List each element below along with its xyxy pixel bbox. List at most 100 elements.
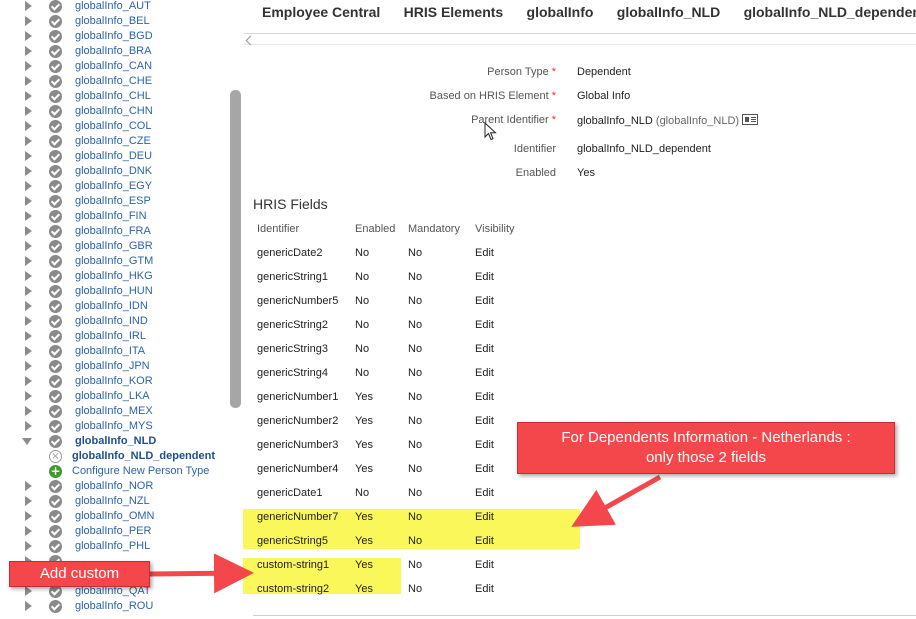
caret-right-icon[interactable]	[25, 346, 32, 356]
tree-item-label[interactable]: globalInfo_CZE	[75, 134, 151, 149]
tree-item-label[interactable]: globalInfo_BEL	[75, 14, 150, 29]
caret-right-icon[interactable]	[25, 106, 32, 116]
tree-item[interactable]: globalInfo_COL	[0, 119, 240, 134]
tree-item-label[interactable]: globalInfo_ESP	[75, 194, 151, 209]
caret-right-icon[interactable]	[25, 286, 32, 296]
caret-right-icon[interactable]	[25, 586, 32, 596]
tree-item-label[interactable]: globalInfo_NLD_dependent	[72, 449, 215, 464]
tree-item[interactable]: globalInfo_IDN	[0, 299, 240, 314]
caret-right-icon[interactable]	[25, 271, 32, 281]
tree-item-label[interactable]: globalInfo_FIN	[75, 209, 147, 224]
tree-item-label[interactable]: globalInfo_NLD	[75, 434, 156, 449]
tree-item-label[interactable]: Configure New Person Type	[72, 464, 209, 479]
tree-item-label[interactable]: globalInfo_ROU	[75, 599, 153, 614]
caret-right-icon[interactable]	[25, 16, 32, 26]
tree-item[interactable]: globalInfo_HKG	[0, 269, 240, 284]
tree-item[interactable]: globalInfo_BEL	[0, 14, 240, 29]
tree-item[interactable]: + Configure New Person Type	[0, 464, 240, 479]
caret-right-icon[interactable]	[25, 61, 32, 71]
tree-item[interactable]: globalInfo_JPN	[0, 359, 240, 374]
tree-item-label[interactable]: globalInfo_IRL	[75, 329, 146, 344]
caret-right-icon[interactable]	[25, 241, 32, 251]
tree-item[interactable]: globalInfo_HUN	[0, 284, 240, 299]
caret-right-icon[interactable]	[25, 301, 32, 311]
tree-item[interactable]: globalInfo_CZE	[0, 134, 240, 149]
caret-right-icon[interactable]	[25, 46, 32, 56]
tree-item[interactable]: globalInfo_ROU	[0, 599, 240, 614]
tree-item[interactable]: globalInfo_LKA	[0, 389, 240, 404]
tree-item[interactable]: globalInfo_DEU	[0, 149, 240, 164]
caret-right-icon[interactable]	[25, 76, 32, 86]
caret-right-icon[interactable]	[25, 91, 32, 101]
caret-right-icon[interactable]	[25, 211, 32, 221]
tree-item[interactable]: globalInfo_MEX	[0, 404, 240, 419]
tree-item[interactable]: globalInfo_CHL	[0, 89, 240, 104]
tree-item[interactable]: globalInfo_GTM	[0, 254, 240, 269]
tree-item[interactable]: globalInfo_ESP	[0, 194, 240, 209]
tree-item[interactable]: globalInfo_FIN	[0, 209, 240, 224]
tree-item[interactable]: globalInfo_MYS	[0, 419, 240, 434]
tree-item-label[interactable]: globalInfo_MEX	[75, 404, 153, 419]
tree-item-label[interactable]: globalInfo_DEU	[75, 149, 152, 164]
tree-item-label[interactable]: globalInfo_MYS	[75, 419, 153, 434]
tree-item[interactable]: globalInfo_CAN	[0, 59, 240, 74]
tree-item-label[interactable]: globalInfo_DNK	[75, 164, 152, 179]
caret-right-icon[interactable]	[25, 136, 32, 146]
tree-item[interactable]: globalInfo_GBR	[0, 239, 240, 254]
tree-item-label[interactable]: globalInfo_IND	[75, 314, 148, 329]
tree-item-label[interactable]: globalInfo_COL	[75, 119, 151, 134]
details-card-icon[interactable]	[742, 114, 759, 125]
tree-item[interactable]: globalInfo_ITA	[0, 344, 240, 359]
caret-right-icon[interactable]	[25, 361, 32, 371]
tree-item-label[interactable]: globalInfo_EGY	[75, 179, 152, 194]
tree-item-label[interactable]: globalInfo_PHL	[75, 539, 150, 554]
caret-right-icon[interactable]	[25, 421, 32, 431]
tree-item[interactable]: globalInfo_NLD	[0, 434, 240, 449]
tree-item-label[interactable]: globalInfo_HKG	[75, 269, 153, 284]
tree-item-label[interactable]: globalInfo_GTM	[75, 254, 153, 269]
caret-right-icon[interactable]	[25, 121, 32, 131]
tree-item-label[interactable]: globalInfo_HUN	[75, 284, 153, 299]
caret-right-icon[interactable]	[25, 331, 32, 341]
tree-item[interactable]: globalInfo_IRL	[0, 329, 240, 344]
tree-item[interactable]: × globalInfo_NLD_dependent	[0, 449, 240, 464]
tree-item-label[interactable]: globalInfo_NZL	[75, 494, 150, 509]
breadcrumb-employee-central[interactable]: Employee Central	[262, 4, 380, 20]
breadcrumb-hris-elements[interactable]: HRIS Elements	[404, 4, 504, 20]
tree-item-label[interactable]: globalInfo_OMN	[75, 509, 155, 524]
tree-item-label[interactable]: globalInfo_CHE	[75, 74, 152, 89]
tree-item-label[interactable]: globalInfo_FRA	[75, 224, 151, 239]
tree-item[interactable]: globalInfo_EGY	[0, 179, 240, 194]
tree-scrollbar[interactable]	[230, 90, 241, 408]
breadcrumb-globalinfo[interactable]: globalInfo	[527, 4, 594, 20]
tree-item[interactable]: globalInfo_IND	[0, 314, 240, 329]
tree-item-label[interactable]: globalInfo_PER	[75, 524, 151, 539]
tree-item-label[interactable]: globalInfo_CHN	[75, 104, 153, 119]
tree-item[interactable]: globalInfo_NOR	[0, 479, 240, 494]
tree-item[interactable]: globalInfo_FRA	[0, 224, 240, 239]
caret-right-icon[interactable]	[25, 1, 32, 11]
caret-right-icon[interactable]	[25, 256, 32, 266]
tree-item[interactable]: globalInfo_BGD	[0, 29, 240, 44]
caret-down-icon[interactable]	[22, 438, 32, 445]
caret-right-icon[interactable]	[25, 166, 32, 176]
tree-item-label[interactable]: globalInfo_ITA	[75, 344, 145, 359]
tree-item[interactable]: globalInfo_BRA	[0, 44, 240, 59]
caret-right-icon[interactable]	[25, 541, 32, 551]
tree-item[interactable]: globalInfo_CHE	[0, 74, 240, 89]
tree-item-label[interactable]: globalInfo_LKA	[75, 389, 150, 404]
tree-item[interactable]: globalInfo_CHN	[0, 104, 240, 119]
caret-right-icon[interactable]	[25, 391, 32, 401]
caret-right-icon[interactable]	[25, 406, 32, 416]
tree-item-label[interactable]: globalInfo_AUT	[75, 0, 151, 14]
breadcrumb-globalinfo-nld[interactable]: globalInfo_NLD	[617, 4, 720, 20]
caret-right-icon[interactable]	[25, 496, 32, 506]
caret-right-icon[interactable]	[25, 481, 32, 491]
caret-right-icon[interactable]	[25, 526, 32, 536]
tree-item-label[interactable]: globalInfo_CHL	[75, 89, 151, 104]
tree-item-label[interactable]: globalInfo_NOR	[75, 479, 153, 494]
tree-item-label[interactable]: globalInfo_KOR	[75, 374, 153, 389]
tree-item[interactable]: globalInfo_KOR	[0, 374, 240, 389]
tree-item[interactable]: globalInfo_DNK	[0, 164, 240, 179]
tree-item[interactable]: globalInfo_PER	[0, 524, 240, 539]
